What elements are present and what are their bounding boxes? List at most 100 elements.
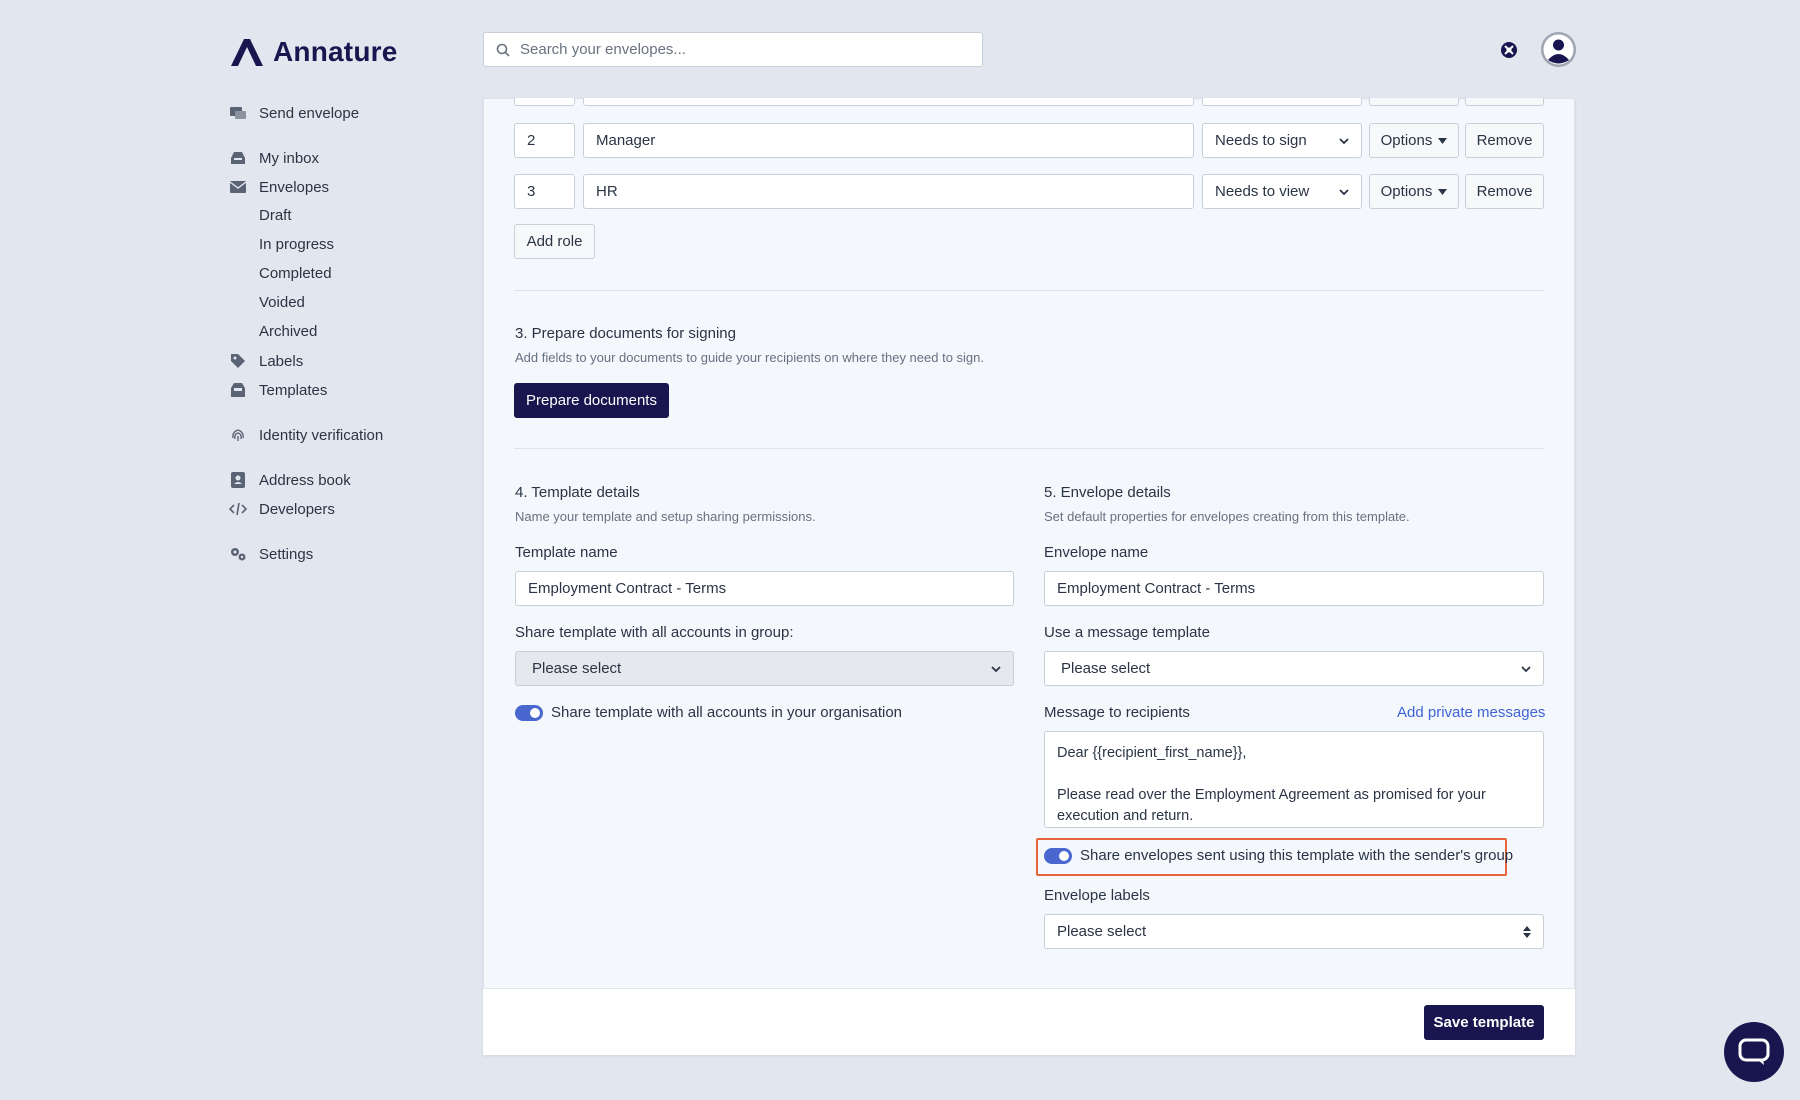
sidebar-item-address-book[interactable]: Address book [229,469,351,491]
apps-icon[interactable] [1499,40,1519,60]
sidebar-item-labels[interactable]: Labels [229,350,303,372]
address-book-icon [229,471,247,489]
share-sender-group-toggle[interactable] [1044,848,1072,864]
role-remove-button-clipped[interactable] [1465,98,1544,106]
annature-logo-icon [231,39,263,66]
inbox-icon [229,149,247,167]
envelope-icon [229,178,247,196]
message-line: Please read over the Employment Agreemen… [1057,787,1486,824]
sidebar-item-label: Send envelope [259,104,360,122]
sidebar-item-templates[interactable]: Templates [229,379,327,401]
chevron-down-icon [1521,665,1531,672]
chevron-down-icon [1339,188,1349,195]
sidebar-item-send-envelope[interactable]: Send envelope [229,102,359,124]
message-template-value: Please select [1061,660,1151,677]
envelope-name-input[interactable]: Employment Contract - Terms [1044,571,1544,606]
template-details-title: 4. Template details [515,484,640,501]
sidebar-item-completed[interactable]: Completed [259,265,332,285]
role-options-button-clipped[interactable] [1369,98,1459,106]
message-line: Dear {{recipient_first_name}}, [1057,745,1247,761]
code-icon [229,500,247,518]
avatar[interactable] [1541,32,1576,67]
search-input[interactable] [520,41,960,58]
role-action-select[interactable]: Needs to sign [1202,123,1362,158]
section-divider [514,290,1544,291]
share-org-toggle[interactable] [515,705,543,721]
prepare-section-subtitle: Add fields to your documents to guide yo… [515,350,985,365]
user-avatar-icon [1541,32,1576,67]
sidebar-item-envelopes[interactable]: Envelopes [229,176,329,198]
caret-down-icon [1438,137,1448,144]
envelope-name-label: Envelope name [1044,544,1149,561]
save-template-button[interactable]: Save template [1424,1005,1544,1040]
caret-down-icon [1438,188,1448,195]
message-template-select[interactable]: Please select [1044,651,1544,686]
sidebar-item-voided[interactable]: Voided [259,294,305,314]
envelope-labels-label: Envelope labels [1044,887,1150,904]
search-icon [496,43,510,57]
sidebar-item-draft[interactable]: Draft [259,207,292,227]
share-org-label: Share template with all accounts in your… [551,704,903,721]
sidebar-item-my-inbox[interactable]: My inbox [229,147,319,169]
send-envelope-icon [229,104,247,122]
message-template-label: Use a message template [1044,624,1210,641]
card-footer [483,988,1575,1055]
sidebar-item-label: Identity verification [259,426,384,444]
template-name-input[interactable]: Employment Contract - Terms [515,571,1014,606]
role-action-select[interactable]: Needs to view [1202,174,1362,209]
share-group-label: Share template with all accounts in grou… [515,624,794,641]
role-order-input[interactable]: 2 [514,123,575,158]
role-options-button[interactable]: Options [1369,174,1459,209]
fingerprint-icon [229,426,247,444]
role-action-select-clipped[interactable] [1202,98,1362,106]
prepare-documents-button[interactable]: Prepare documents [514,383,669,418]
options-label: Options [1380,183,1433,200]
share-group-select[interactable]: Please select [515,651,1014,686]
sidebar-item-developers[interactable]: Developers [229,498,335,520]
add-role-button[interactable]: Add role [514,224,595,259]
brand-name: Annature [273,36,398,67]
add-private-messages-link[interactable]: Add private messages [1397,704,1545,721]
template-name-label: Template name [515,544,618,561]
share-sender-group-label: Share envelopes sent using this template… [1080,847,1514,864]
sidebar-item-label: My inbox [259,149,320,167]
sidebar-item-identity-verification[interactable]: Identity verification [229,424,383,446]
role-order-input[interactable]: 3 [514,174,575,209]
sidebar-item-label: Settings [259,545,314,563]
sidebar-item-label: Labels [259,352,304,370]
role-remove-button[interactable]: Remove [1465,123,1544,158]
role-remove-button[interactable]: Remove [1465,174,1544,209]
chat-button[interactable] [1724,1022,1784,1082]
role-name-input[interactable]: Manager [583,123,1194,158]
role-name-input-clipped[interactable] [583,98,1194,106]
template-details-subtitle: Name your template and setup sharing per… [515,509,816,524]
sidebar-item-in-progress[interactable]: In progress [259,236,334,256]
envelope-details-title: 5. Envelope details [1044,484,1171,501]
message-textarea[interactable]: Dear {{recipient_first_name}}, Please re… [1044,731,1544,828]
chevron-down-icon [991,665,1001,672]
sidebar-item-settings[interactable]: Settings [229,543,313,565]
options-label: Options [1380,132,1433,149]
envelope-labels-value: Please select [1057,923,1147,940]
share-group-value: Please select [532,660,622,677]
gears-icon [229,545,247,563]
role-order-input-clipped[interactable] [514,98,575,106]
role-options-button[interactable]: Options [1369,123,1459,158]
envelope-labels-select[interactable]: Please select [1044,914,1544,949]
role-action-value: Needs to sign [1215,132,1307,149]
sidebar-item-label: Address book [259,471,351,489]
envelope-details-subtitle: Set default properties for envelopes cre… [1044,509,1410,524]
chevron-down-icon [1339,137,1349,144]
sidebar-item-label: Envelopes [259,178,330,196]
tag-icon [229,352,247,370]
search-bar[interactable] [483,32,983,67]
role-name-input[interactable]: HR [583,174,1194,209]
message-recipients-label: Message to recipients [1044,704,1190,721]
sidebar-item-archived[interactable]: Archived [259,323,317,343]
sidebar-item-label: Developers [259,500,335,518]
sidebar-item-label: Templates [259,381,328,399]
prepare-section-title: 3. Prepare documents for signing [515,325,736,342]
brand-logo[interactable]: Annature [229,36,398,68]
section-divider [514,448,1544,449]
sort-arrows-icon [1523,925,1531,938]
